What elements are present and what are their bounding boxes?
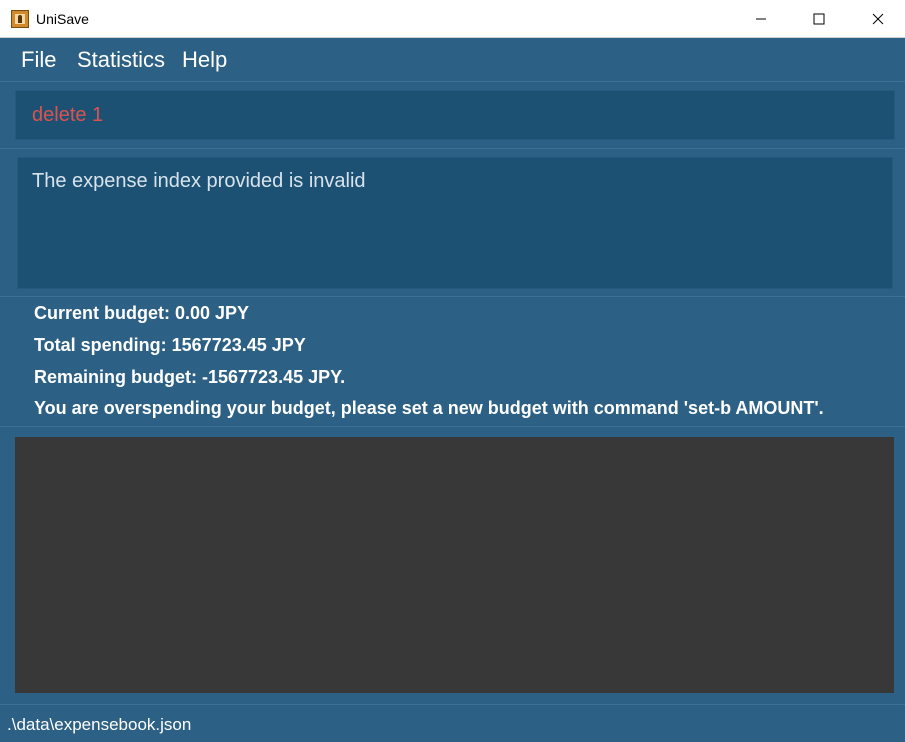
close-icon bbox=[872, 13, 884, 25]
maximize-icon bbox=[813, 13, 825, 25]
command-panel bbox=[0, 82, 905, 148]
app-window: UniSave File Statistics Help T bbox=[0, 0, 905, 742]
budget-panel: Current budget: 0.00 JPY Total spending:… bbox=[0, 296, 905, 426]
menu-bar: File Statistics Help bbox=[0, 38, 905, 82]
menu-statistics[interactable]: Statistics bbox=[77, 47, 165, 73]
save-location-path: .\data\expensebook.json bbox=[7, 715, 192, 734]
close-button[interactable] bbox=[855, 0, 901, 38]
result-display[interactable]: The expense index provided is invalid bbox=[17, 157, 893, 289]
menu-file[interactable]: File bbox=[21, 47, 56, 73]
result-panel: The expense index provided is invalid bbox=[0, 148, 905, 296]
remaining-budget-label: Remaining budget: -1567723.45 JPY. bbox=[34, 367, 346, 387]
expense-list-panel bbox=[0, 426, 905, 704]
expense-list[interactable] bbox=[15, 437, 894, 693]
menu-help[interactable]: Help bbox=[182, 47, 227, 73]
minimize-button[interactable] bbox=[738, 0, 784, 38]
command-box[interactable] bbox=[15, 90, 895, 140]
maximize-button[interactable] bbox=[796, 0, 842, 38]
current-budget-label: Current budget: 0.00 JPY bbox=[34, 303, 250, 323]
total-spending-label: Total spending: 1567723.45 JPY bbox=[34, 335, 306, 355]
minimize-icon bbox=[756, 18, 766, 20]
window-title: UniSave bbox=[36, 11, 89, 27]
app-logo-icon bbox=[11, 10, 29, 28]
title-bar[interactable]: UniSave bbox=[0, 0, 905, 38]
overspending-warning: You are overspending your budget, please… bbox=[34, 398, 824, 418]
status-bar: .\data\expensebook.json bbox=[0, 704, 905, 742]
result-message: The expense index provided is invalid bbox=[32, 170, 366, 192]
command-input[interactable] bbox=[32, 103, 872, 127]
